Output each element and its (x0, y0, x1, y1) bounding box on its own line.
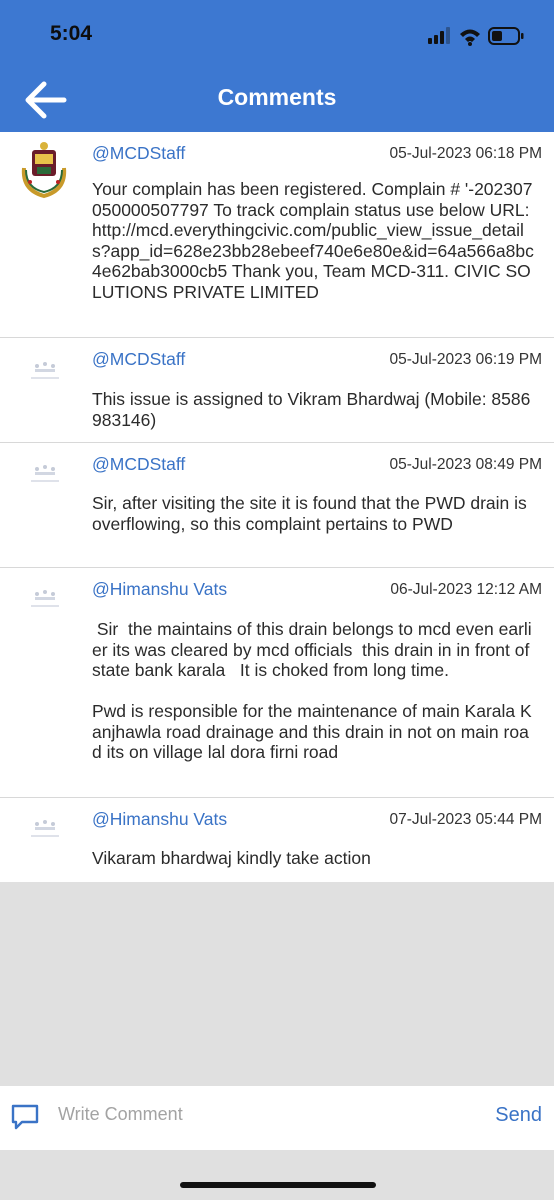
comment-text: Sir, after visiting the site it is found… (92, 493, 532, 534)
comment-date: 05-Jul-2023 06:19 PM (389, 351, 542, 368)
comment-item: @MCDStaff 05-Jul-2023 06:19 PM This issu… (0, 338, 554, 443)
nav-bar: Comments (0, 68, 554, 132)
comment-author[interactable]: @Himanshu Vats (92, 579, 227, 600)
comment-author[interactable]: @Himanshu Vats (92, 809, 227, 830)
comment-input[interactable] (58, 1100, 458, 1128)
faint-logo-avatar (20, 588, 70, 618)
comment-text: Your complain has been registered. Compl… (92, 179, 535, 302)
battery-icon (488, 27, 524, 45)
faint-logo-avatar (20, 463, 70, 493)
cellular-signal-icon (428, 27, 450, 44)
comment-date: 05-Jul-2023 08:49 PM (389, 456, 542, 473)
comment-text: Sir the maintains of this drain belongs … (92, 619, 532, 762)
status-bar: 5:04 (0, 0, 554, 68)
comment-item: @MCDStaff 05-Jul-2023 06:18 PM Your comp… (0, 132, 554, 338)
comment-composer: Send (0, 1086, 554, 1150)
comment-date: 07-Jul-2023 05:44 PM (389, 811, 542, 828)
home-bar-area (0, 1150, 554, 1200)
comments-list: @MCDStaff 05-Jul-2023 06:18 PM Your comp… (0, 132, 554, 882)
speech-bubble-icon (10, 1102, 40, 1132)
mcd-logo-avatar (16, 140, 72, 199)
comment-item: @Himanshu Vats 06-Jul-2023 12:12 AM Sir … (0, 568, 554, 798)
comment-text: Vikaram bhardwaj kindly take action (92, 848, 371, 868)
status-time: 5:04 (50, 22, 93, 45)
comment-text: This issue is assigned to Vikram Bhardwa… (92, 389, 531, 430)
empty-area (0, 882, 554, 1086)
home-indicator[interactable] (180, 1182, 376, 1188)
comment-item: @MCDStaff 05-Jul-2023 08:49 PM Sir, afte… (0, 443, 554, 568)
status-icons (422, 24, 532, 46)
comment-author[interactable]: @MCDStaff (92, 454, 185, 475)
faint-logo-avatar (20, 360, 70, 390)
comment-date: 05-Jul-2023 06:18 PM (389, 145, 542, 162)
comment-date: 06-Jul-2023 12:12 AM (390, 581, 542, 598)
send-button[interactable]: Send (495, 1104, 542, 1127)
faint-logo-avatar (20, 818, 70, 848)
comment-author[interactable]: @MCDStaff (92, 143, 185, 164)
wifi-icon (460, 29, 480, 46)
comment-item: @Himanshu Vats 07-Jul-2023 05:44 PM Vika… (0, 798, 554, 882)
page-title: Comments (217, 84, 337, 110)
comment-author[interactable]: @MCDStaff (92, 349, 185, 370)
